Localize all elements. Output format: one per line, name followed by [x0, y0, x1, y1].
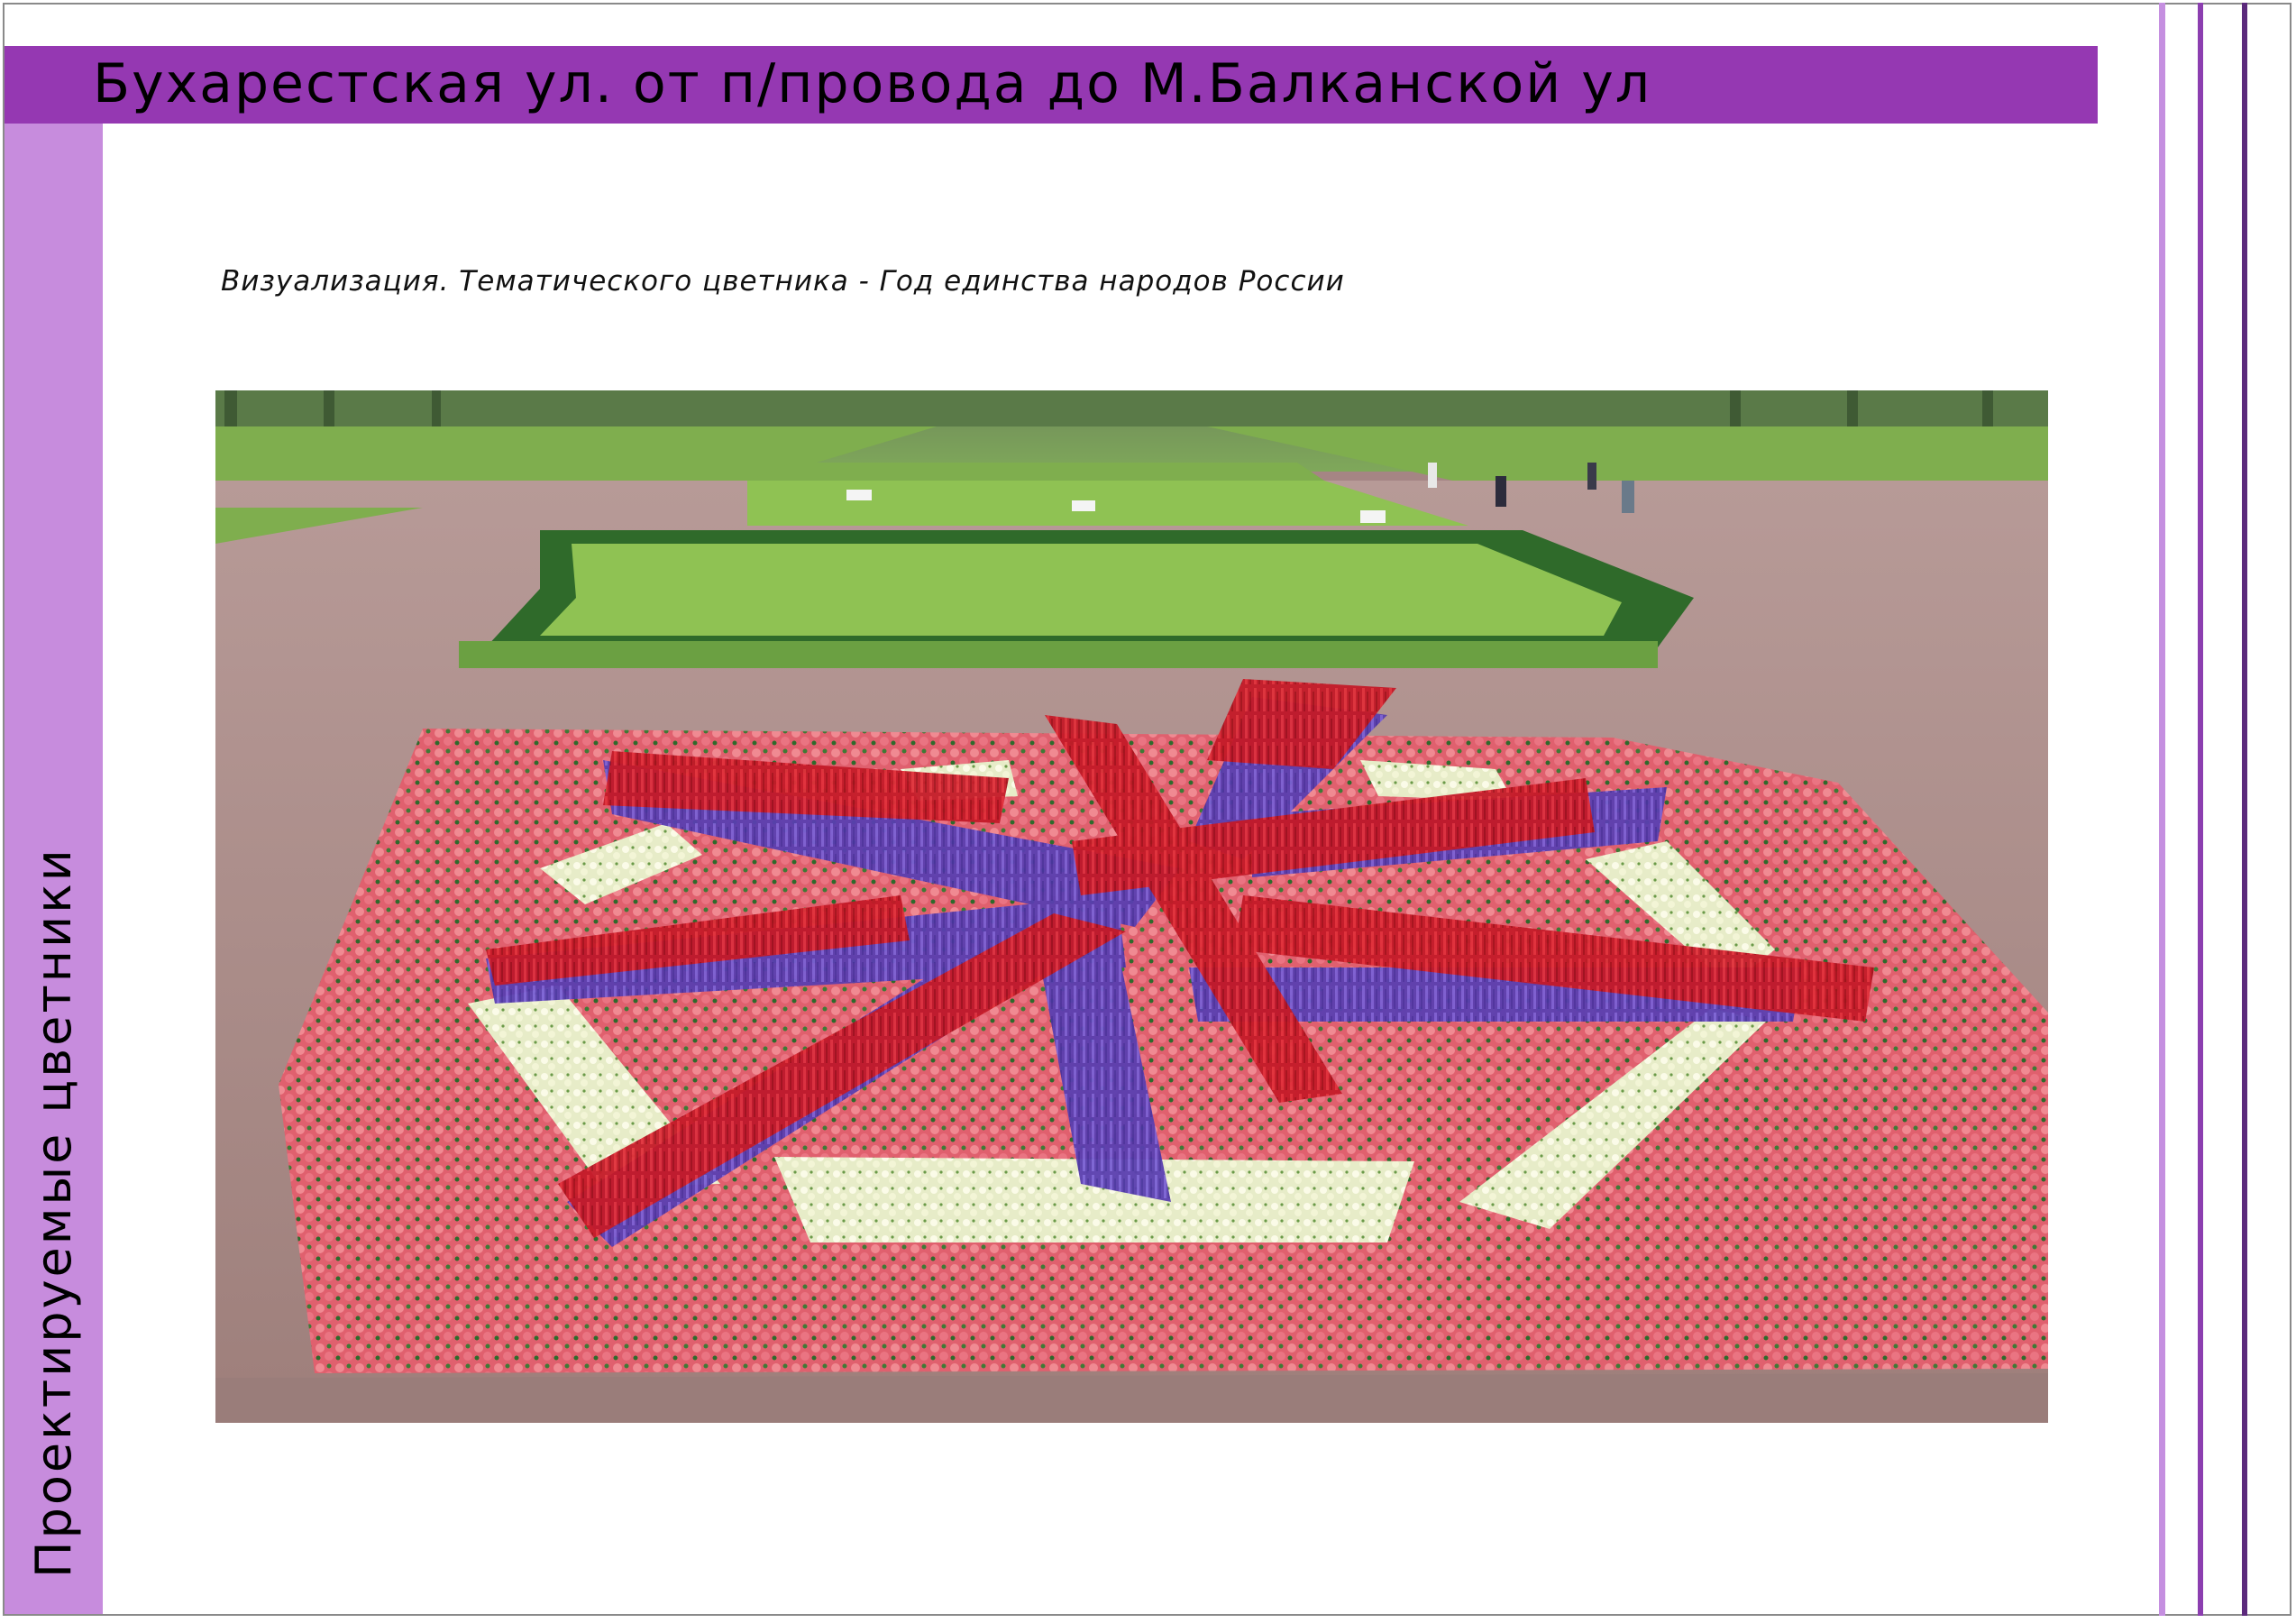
accent-line-mid	[2198, 3, 2203, 1616]
flowerbed-visualization-image	[215, 390, 2048, 1423]
page-title: Бухарестская ул. от п/провода до М.Балка…	[93, 52, 1652, 115]
accent-line-dark	[2242, 3, 2247, 1616]
visualization-caption: Визуализация. Тематического цветника - Г…	[221, 265, 1345, 298]
accent-line-light	[2159, 3, 2165, 1616]
vertical-section-label: Проектируемые цветники	[25, 847, 82, 1578]
